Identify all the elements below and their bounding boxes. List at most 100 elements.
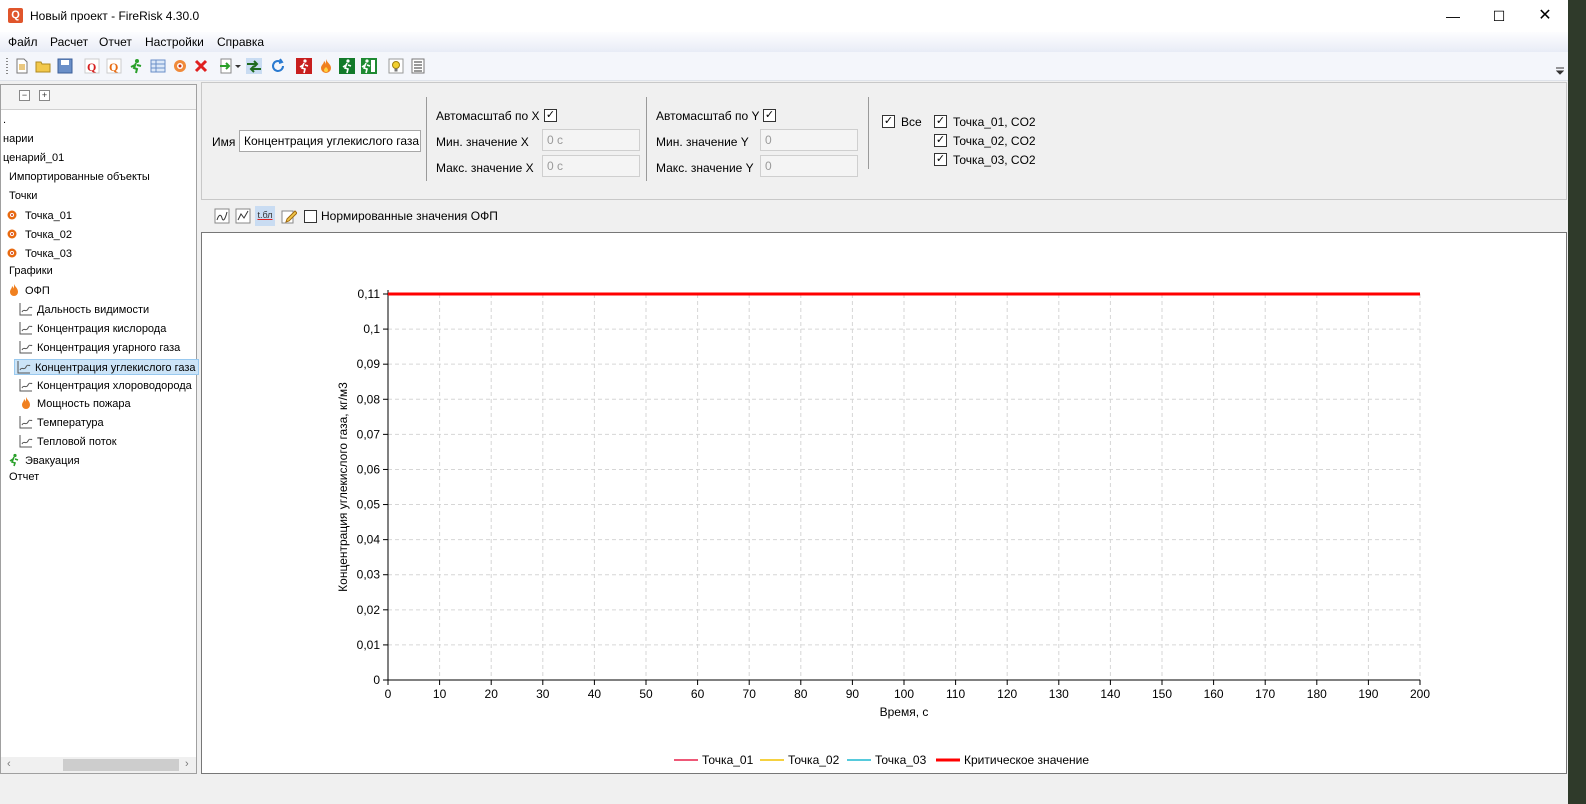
save-icon[interactable] xyxy=(57,58,73,74)
fire-icon xyxy=(7,283,21,297)
scroll-right-icon[interactable]: › xyxy=(185,758,189,770)
normalized-values-checkbox[interactable] xyxy=(304,210,317,223)
y-tick-label: 0,08 xyxy=(357,392,381,406)
evac-red-icon[interactable] xyxy=(296,58,312,74)
series-checkbox-3[interactable]: ✓ xyxy=(934,153,947,166)
menu-bar: Файл Расчет Отчет Настройки Справка xyxy=(0,32,1568,52)
title-bar: Q Новый проект - FireRisk 4.30.0 — ☐ ✕ xyxy=(0,0,1568,32)
x-tick-label: 180 xyxy=(1307,687,1327,701)
delete-x-icon[interactable] xyxy=(193,58,209,74)
tree-item[interactable]: Мощность пожара xyxy=(19,396,131,410)
y-tick-label: 0,09 xyxy=(357,357,381,371)
table-view-icon[interactable]: t.бл xyxy=(255,206,275,226)
tree-horizontal-scrollbar[interactable]: ‹ › xyxy=(1,757,196,773)
tree-item-label: Концентрация углекислого газа xyxy=(35,362,196,374)
new-file-icon[interactable] xyxy=(14,58,30,74)
tree-item[interactable]: Концентрация хлороводорода xyxy=(19,378,192,392)
table-icon[interactable] xyxy=(150,58,166,74)
window-title: Новый проект - FireRisk 4.30.0 xyxy=(30,9,200,23)
min-x-label: Мин. значение X xyxy=(436,135,529,149)
separator xyxy=(868,97,869,169)
q-red-icon[interactable]: Q xyxy=(84,58,100,74)
refresh-icon[interactable] xyxy=(270,58,286,74)
chart-style-icon[interactable] xyxy=(235,208,251,224)
target-icon[interactable] xyxy=(172,58,188,74)
co2-concentration-chart[interactable]: 0 10 20 30 40 50 60 70 80 90 100 110 120 130 140 150 160… xyxy=(202,233,1566,773)
menu-report[interactable]: Отчет xyxy=(99,35,132,49)
scroll-thumb[interactable] xyxy=(63,759,179,771)
run-person-icon[interactable] xyxy=(128,58,144,74)
menu-calc[interactable]: Расчет xyxy=(50,35,88,49)
minimize-button[interactable]: — xyxy=(1430,0,1476,32)
tree-item[interactable]: Температура xyxy=(19,415,104,429)
toolbar-grip[interactable] xyxy=(6,58,8,74)
tree-item-label: . xyxy=(3,114,7,126)
x-tick-label: 120 xyxy=(997,687,1017,701)
tree-item[interactable]: . xyxy=(3,114,6,126)
chart-area: 0 10 20 30 40 50 60 70 80 90 100 110 120 130 140 150 160… xyxy=(201,232,1567,774)
tree-item[interactable]: нарии xyxy=(3,133,34,145)
x-tick-label: 80 xyxy=(794,687,808,701)
tree-item[interactable]: Концентрация кислорода xyxy=(19,321,166,335)
tree-item[interactable]: Концентрация углекислого газа xyxy=(14,359,199,375)
collapse-all-button[interactable]: − xyxy=(19,90,30,101)
max-y-input[interactable]: 0 xyxy=(760,155,858,177)
tree-item-label: Точка_02 xyxy=(25,229,72,241)
menu-settings[interactable]: Настройки xyxy=(145,35,204,49)
max-x-input[interactable]: 0 с xyxy=(542,155,640,177)
lamp-icon[interactable] xyxy=(388,58,404,74)
toolbar-overflow-icon[interactable] xyxy=(1556,66,1564,76)
edit-chart-icon[interactable] xyxy=(281,208,297,224)
menu-file[interactable]: Файл xyxy=(8,35,38,49)
min-x-input[interactable]: 0 с xyxy=(542,129,640,151)
min-y-input[interactable]: 0 xyxy=(760,129,858,151)
expand-all-button[interactable]: + xyxy=(39,90,50,101)
max-y-label: Макс. значение Y xyxy=(656,161,754,175)
y-tick-label: 0,01 xyxy=(357,638,381,652)
x-tick-label: 150 xyxy=(1152,687,1172,701)
open-folder-icon[interactable] xyxy=(35,58,51,74)
y-tick-label: 0,02 xyxy=(357,603,381,617)
name-input[interactable]: Концентрация углекислого газа xyxy=(239,130,421,152)
import-arrow-icon[interactable] xyxy=(219,58,235,74)
exit-green-icon[interactable] xyxy=(339,58,355,74)
tree-item[interactable]: ОФП xyxy=(7,283,50,297)
fire-icon[interactable] xyxy=(318,58,334,74)
maximize-button[interactable]: ☐ xyxy=(1476,0,1522,32)
tree-item[interactable]: Импортированные объекты xyxy=(9,171,150,183)
menu-help[interactable]: Справка xyxy=(217,35,264,49)
list-icon[interactable] xyxy=(410,58,426,74)
tree-item[interactable]: Графики xyxy=(9,265,53,277)
close-button[interactable]: ✕ xyxy=(1522,0,1568,32)
tree-item[interactable]: Точки xyxy=(9,190,37,202)
chevron-down-icon[interactable] xyxy=(234,58,242,74)
autoscale-x-checkbox[interactable]: ✓ xyxy=(544,109,557,122)
q-orange-icon[interactable]: Q xyxy=(106,58,122,74)
toolbar: Q Q xyxy=(0,52,1568,81)
tree-item[interactable]: Точка_01 xyxy=(7,208,72,222)
tree-item[interactable]: ценарий_01 xyxy=(3,152,64,164)
series-checkbox-2[interactable]: ✓ xyxy=(934,134,947,147)
tree-item[interactable]: Дальность видимости xyxy=(19,302,149,316)
exit-run-icon[interactable] xyxy=(361,58,377,74)
series-checkbox-1[interactable]: ✓ xyxy=(934,115,947,128)
tree-item[interactable]: Отчет xyxy=(9,471,39,483)
tree-item-label: Концентрация хлороводорода xyxy=(37,380,192,392)
scroll-left-icon[interactable]: ‹ xyxy=(7,758,11,770)
calc-arrows-icon[interactable] xyxy=(246,58,262,74)
tree-item[interactable]: Тепловой поток xyxy=(19,434,117,448)
autoscale-y-checkbox[interactable]: ✓ xyxy=(763,109,776,122)
tree-item[interactable]: Точка_03 xyxy=(7,246,72,260)
tree-item[interactable]: Точка_02 xyxy=(7,227,72,241)
tree-item-label: ОФП xyxy=(25,285,50,297)
y-tick-label: 0 xyxy=(373,673,380,687)
x-tick-label: 100 xyxy=(894,687,914,701)
x-tick-label: 130 xyxy=(1049,687,1069,701)
line-chart-icon[interactable] xyxy=(214,208,230,224)
all-series-checkbox[interactable]: ✓ xyxy=(882,115,895,128)
tree-item-label: Графики xyxy=(9,265,53,277)
chart-toolbar: t.бл Нормированные значения ОФП xyxy=(201,202,1567,230)
fire-power-icon xyxy=(19,396,33,410)
tree-item[interactable]: Эвакуация xyxy=(7,453,80,467)
tree-item[interactable]: Концентрация угарного газа xyxy=(19,340,180,354)
